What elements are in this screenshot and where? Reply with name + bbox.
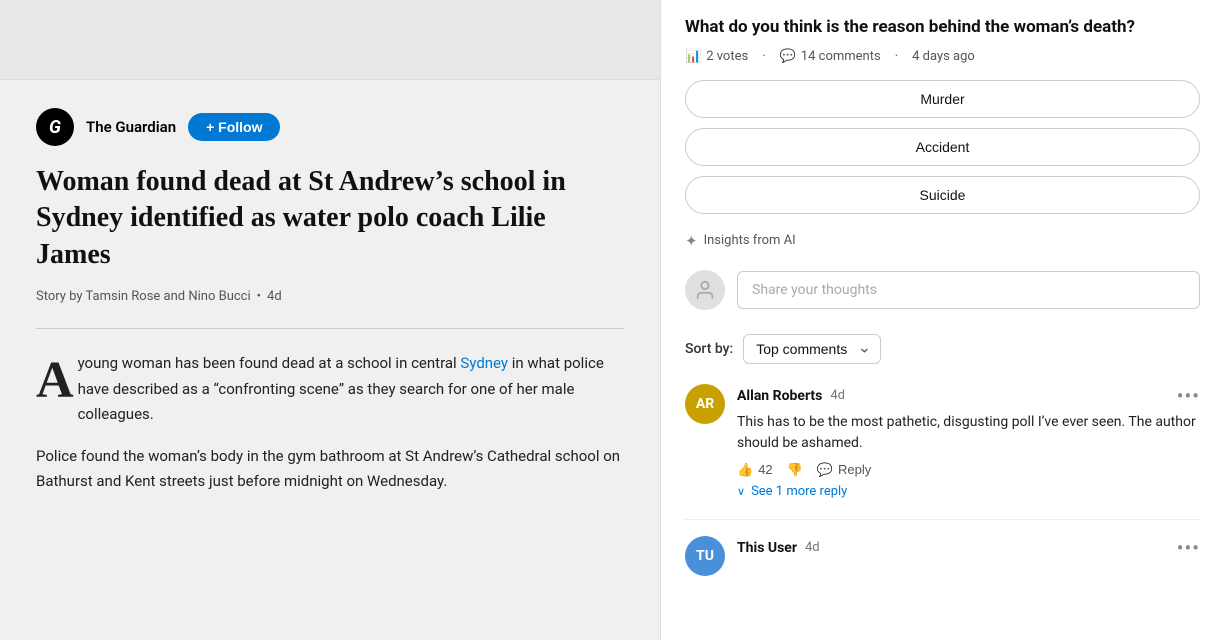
thumbs-up-icon: 👍 [737,462,753,478]
like-button-ar[interactable]: 👍 42 [737,462,773,478]
comment-author-ar: Allan Roberts [737,388,822,404]
like-count-ar: 42 [758,462,772,477]
comment-text-ar: This has to be the most pathetic, disgus… [737,412,1200,454]
guardian-logo-letter: G [49,117,61,138]
chevron-down-icon: ∨ [737,485,745,498]
comment-more-tu[interactable]: ••• [1177,536,1200,560]
poll-section: What do you think is the reason behind t… [661,0,1224,250]
sort-label: Sort by: [685,341,733,357]
reply-button-ar[interactable]: 💬 Reply [817,462,871,478]
comment-author-row: Allan Roberts 4d [737,388,845,404]
article-para-1: Ayoung woman has been found dead at a sc… [36,351,624,428]
guardian-logo: G [36,108,74,146]
insights-label: Insights from AI [704,233,796,248]
left-panel: G The Guardian + Follow Woman found dead… [0,0,660,640]
article-body: Ayoung woman has been found dead at a sc… [36,351,624,495]
comment-time-ar: 4d [830,388,845,403]
poll-dot2: · [895,49,898,64]
poll-comments: 💬 14 comments [780,49,881,64]
drop-cap: A [36,355,74,407]
meta-dot: • [257,289,261,304]
comment-item: AR Allan Roberts 4d ••• This has to be t… [685,384,1200,499]
comment-more-ar[interactable]: ••• [1177,384,1200,408]
article-divider [36,328,624,329]
poll-stats: 📊 2 votes · 💬 14 comments · 4 days ago [685,49,1200,64]
article-meta: Story by Tamsin Rose and Nino Bucci • 4d [36,289,624,304]
publisher-row: G The Guardian + Follow [36,108,624,146]
comment-divider [685,519,1200,520]
comment-header-tu: This User 4d ••• [737,536,1200,560]
poll-option-accident[interactable]: Accident [685,128,1200,166]
comment-item-tu: TU This User 4d ••• [685,536,1200,576]
poll-option-murder[interactable]: Murder [685,80,1200,118]
sort-row: Sort by: Top comments [685,334,1200,364]
thumbs-down-icon: 👎 [787,462,803,478]
comment-header-ar: Allan Roberts 4d ••• [737,384,1200,408]
comment-author-tu: This User [737,540,797,556]
poll-comment-icon: 💬 [780,49,796,64]
article-title: Woman found dead at St Andrew’s school i… [36,164,624,273]
comment-avatar-ar: AR [685,384,725,424]
sort-select[interactable]: Top comments [743,334,881,364]
poll-chart-icon: 📊 [685,49,701,64]
sydney-link[interactable]: Sydney [460,354,508,372]
right-panel: What do you think is the reason behind t… [660,0,1224,640]
poll-dot1: · [762,49,765,64]
poll-time: 4 days ago [912,49,975,64]
comment-body-tu: This User 4d ••• [737,536,1200,576]
poll-question: What do you think is the reason behind t… [685,16,1200,39]
article-container: G The Guardian + Follow Woman found dead… [0,80,660,640]
insights-row: ✦ Insights from AI [685,232,1200,250]
see-more-label-ar: See 1 more reply [751,484,847,499]
comments-section: Share your thoughts Sort by: Top comment… [661,270,1224,576]
user-avatar [685,270,725,310]
article-para-2: Police found the woman’s body in the gym… [36,444,624,495]
poll-option-suicide[interactable]: Suicide [685,176,1200,214]
reply-icon: 💬 [817,462,833,478]
see-more-reply-ar[interactable]: ∨ See 1 more reply [737,484,1200,499]
ai-spark-icon: ✦ [685,232,698,250]
top-bar [0,0,660,80]
comment-author-row-tu: This User 4d [737,540,820,556]
share-thoughts-row: Share your thoughts [685,270,1200,310]
poll-options: Murder Accident Suicide [685,80,1200,214]
reply-label-ar: Reply [838,462,871,477]
article-time: 4d [267,289,282,304]
comment-time-tu: 4d [805,540,820,555]
dislike-button-ar[interactable]: 👎 [787,462,803,478]
comment-avatar-tu: TU [685,536,725,576]
comment-body-ar: Allan Roberts 4d ••• This has to be the … [737,384,1200,499]
poll-votes: 📊 2 votes [685,49,748,64]
follow-button[interactable]: + Follow [188,113,280,141]
publisher-name: The Guardian [86,118,176,136]
sort-select-wrapper: Top comments [743,334,881,364]
comment-actions-ar: 👍 42 👎 💬 Reply [737,462,1200,478]
article-byline: Story by Tamsin Rose and Nino Bucci [36,289,251,304]
share-thoughts-input[interactable]: Share your thoughts [737,271,1200,309]
